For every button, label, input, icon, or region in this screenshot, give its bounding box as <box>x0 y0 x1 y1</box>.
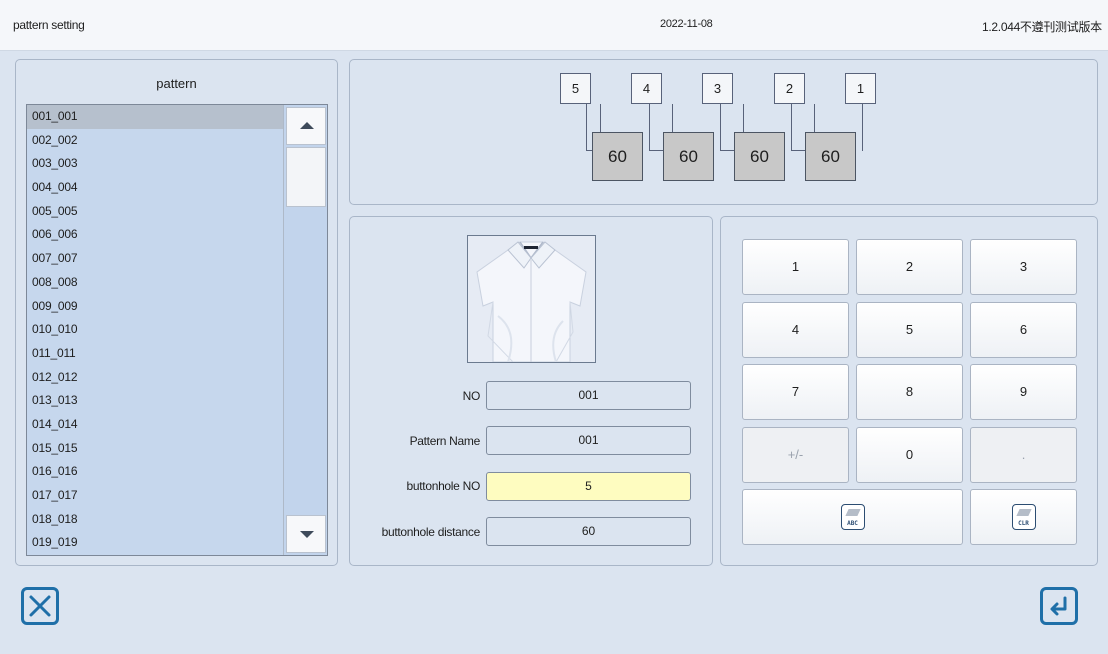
buttonhole-number-box[interactable]: 2 <box>774 73 805 104</box>
pattern-list-item[interactable]: 008_008 <box>27 271 283 295</box>
arrow-down-icon <box>300 531 314 538</box>
no-label: NO <box>462 389 481 403</box>
buttonhole-distance-box[interactable]: 60 <box>734 132 785 181</box>
date-display: 2022-11-08 <box>660 18 713 30</box>
pattern-list-item[interactable]: 010_010 <box>27 318 283 342</box>
shirt-image <box>467 235 596 363</box>
key-1[interactable]: 1 <box>742 239 849 295</box>
connector-line <box>862 104 863 151</box>
key-decimal[interactable]: . <box>970 427 1077 483</box>
pattern-list-item[interactable]: 017_017 <box>27 484 283 508</box>
pattern-list-item[interactable]: 009_009 <box>27 295 283 319</box>
pattern-info-panel: NO 001 Pattern Name 001 buttonhole NO 5 … <box>349 216 713 566</box>
buttonhole-number-box[interactable]: 4 <box>631 73 662 104</box>
confirm-enter-button[interactable] <box>1040 587 1078 625</box>
pattern-list-item[interactable]: 013_013 <box>27 389 283 413</box>
scrollbar[interactable] <box>283 105 327 555</box>
pattern-list-item[interactable]: 011_011 <box>27 342 283 366</box>
key-8[interactable]: 8 <box>856 364 963 420</box>
pattern-name-label: Pattern Name <box>409 434 481 448</box>
key-plus-minus[interactable]: +/- <box>742 427 849 483</box>
buttonhole-no-label: buttonhole NO <box>406 479 481 493</box>
scroll-up-button[interactable] <box>286 107 326 145</box>
pattern-list-item[interactable]: 002_002 <box>27 129 283 153</box>
title-bar: pattern setting 2022-11-08 1.2.044不遵刊测试版… <box>0 0 1108 51</box>
key-6[interactable]: 6 <box>970 302 1077 358</box>
pattern-panel: pattern 001_001 002_002 003_003 004_004 … <box>15 59 338 566</box>
scroll-down-button[interactable] <box>286 515 326 553</box>
key-5[interactable]: 5 <box>856 302 963 358</box>
pattern-list-item[interactable]: 018_018 <box>27 508 283 532</box>
buttonhole-number-box[interactable]: 5 <box>560 73 591 104</box>
buttonhole-distance-box[interactable]: 60 <box>805 132 856 181</box>
pattern-list-item[interactable]: 005_005 <box>27 200 283 224</box>
buttonhole-no-field[interactable]: 5 <box>486 472 691 501</box>
no-field[interactable]: 001 <box>486 381 691 410</box>
pattern-list-item[interactable]: 015_015 <box>27 437 283 461</box>
close-x-icon <box>29 595 51 617</box>
clr-icon-label: CLR <box>1018 520 1029 527</box>
arrow-up-icon <box>300 122 314 129</box>
key-7[interactable]: 7 <box>742 364 849 420</box>
pattern-panel-title: pattern <box>156 76 197 91</box>
pattern-list-item[interactable]: 014_014 <box>27 413 283 437</box>
pattern-list-item[interactable]: 012_012 <box>27 366 283 390</box>
buttonhole-number-box[interactable]: 3 <box>702 73 733 104</box>
key-2[interactable]: 2 <box>856 239 963 295</box>
buttonhole-number-box[interactable]: 1 <box>845 73 876 104</box>
key-3[interactable]: 3 <box>970 239 1077 295</box>
buttonhole-distance-label: buttonhole distance <box>381 525 481 539</box>
key-0[interactable]: 0 <box>856 427 963 483</box>
abc-icon-label: ABC <box>847 520 858 527</box>
enter-return-icon <box>1050 596 1067 616</box>
version-label: 1.2.044不遵刊测试版本 <box>982 20 1102 34</box>
pattern-list-item[interactable]: 004_004 <box>27 176 283 200</box>
pattern-list-item[interactable]: 006_006 <box>27 223 283 247</box>
buttonhole-distance-box[interactable]: 60 <box>592 132 643 181</box>
buttonhole-sequence-panel: 5 4 3 2 1 60 60 60 60 <box>349 59 1098 205</box>
keypad-panel: 1 2 3 4 5 6 7 8 9 +/- 0 . ABC CLR <box>720 216 1098 566</box>
key-4[interactable]: 4 <box>742 302 849 358</box>
pattern-list-item[interactable]: 007_007 <box>27 247 283 271</box>
cancel-button[interactable] <box>21 587 59 625</box>
page-title: pattern setting <box>13 18 85 32</box>
pattern-list-item[interactable]: 003_003 <box>27 152 283 176</box>
pattern-list-item[interactable]: 001_001 <box>27 105 283 129</box>
eraser-clr-icon: CLR <box>1011 504 1036 530</box>
key-9[interactable]: 9 <box>970 364 1077 420</box>
buttonhole-distance-box[interactable]: 60 <box>663 132 714 181</box>
pattern-name-field[interactable]: 001 <box>486 426 691 455</box>
abc-button[interactable]: ABC <box>742 489 963 545</box>
buttonhole-distance-field[interactable]: 60 <box>486 517 691 546</box>
eraser-abc-icon: ABC <box>840 504 865 530</box>
pattern-list: 001_001 002_002 003_003 004_004 005_005 … <box>27 105 283 555</box>
pattern-list-item[interactable]: 019_019 <box>27 531 283 555</box>
pattern-list-box: 001_001 002_002 003_003 004_004 005_005 … <box>26 104 328 556</box>
scrollbar-thumb[interactable] <box>286 147 326 207</box>
clear-button[interactable]: CLR <box>970 489 1077 545</box>
pattern-list-item[interactable]: 016_016 <box>27 460 283 484</box>
